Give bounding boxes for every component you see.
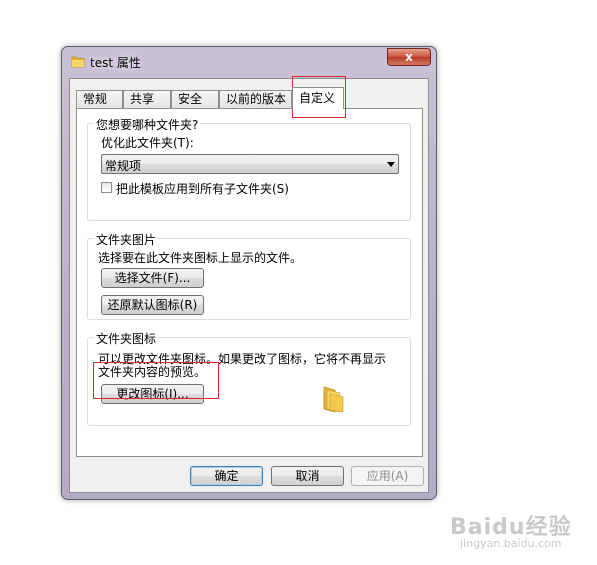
window-title: test 属性 — [90, 56, 141, 70]
group-title: 文件夹图片 — [94, 231, 159, 248]
tab-customize[interactable]: 自定义 — [292, 87, 344, 109]
title-bar[interactable]: test 属性 x — [62, 47, 436, 75]
screenshot-canvas: test 属性 x 常规 共享 安全 以前的版本 自定义 您想要哪种文件夹? 优… — [0, 0, 597, 565]
restore-default-button[interactable]: 还原默认图标(R) — [101, 295, 204, 315]
group-folder-picture: 文件夹图片 选择要在此文件夹图标上显示的文件。 选择文件(F)... 还原默认图… — [87, 231, 411, 320]
group-folder-type: 您想要哪种文件夹? 优化此文件夹(T): 常规项 把此模板应用到所有子文件夹(S… — [87, 116, 411, 221]
folder-preview-icon — [323, 386, 344, 413]
apply-subfolders-checkbox[interactable] — [101, 182, 112, 193]
tab-security[interactable]: 安全 — [171, 90, 219, 108]
baidu-jingyan-watermark: Baidu经验 jingyan.baidu.com — [446, 505, 586, 555]
tab-general[interactable]: 常规 — [76, 90, 123, 108]
close-button[interactable]: x — [387, 48, 431, 66]
close-icon: x — [405, 50, 413, 64]
tab-sharing[interactable]: 共享 — [123, 90, 171, 108]
tab-previous-versions[interactable]: 以前的版本 — [219, 90, 292, 108]
chevron-down-icon — [387, 162, 395, 167]
optimize-label: 优化此文件夹(T): — [101, 136, 194, 150]
dialog-client-area: 常规 共享 安全 以前的版本 自定义 您想要哪种文件夹? 优化此文件夹(T): … — [69, 78, 429, 493]
watermark-url: jingyan.baidu.com — [460, 537, 562, 550]
cancel-button[interactable]: 取消 — [271, 466, 344, 486]
ok-button[interactable]: 确定 — [190, 466, 263, 486]
customize-panel: 您想要哪种文件夹? 优化此文件夹(T): 常规项 把此模板应用到所有子文件夹(S… — [76, 108, 423, 457]
group-title: 您想要哪种文件夹? — [94, 116, 201, 133]
folder-icon — [71, 56, 85, 68]
apply-subfolders-label[interactable]: 把此模板应用到所有子文件夹(S) — [116, 180, 289, 197]
optimize-select[interactable]: 常规项 — [101, 154, 399, 174]
properties-dialog: test 属性 x 常规 共享 安全 以前的版本 自定义 您想要哪种文件夹? 优… — [61, 46, 437, 500]
group-title: 文件夹图标 — [94, 330, 159, 347]
highlight-box-change-icon — [93, 362, 219, 399]
apply-button[interactable]: 应用(A) — [351, 466, 424, 486]
select-value: 常规项 — [105, 159, 142, 173]
choose-file-button[interactable]: 选择文件(F)... — [101, 268, 204, 288]
folder-picture-description: 选择要在此文件夹图标上显示的文件。 — [98, 251, 303, 265]
